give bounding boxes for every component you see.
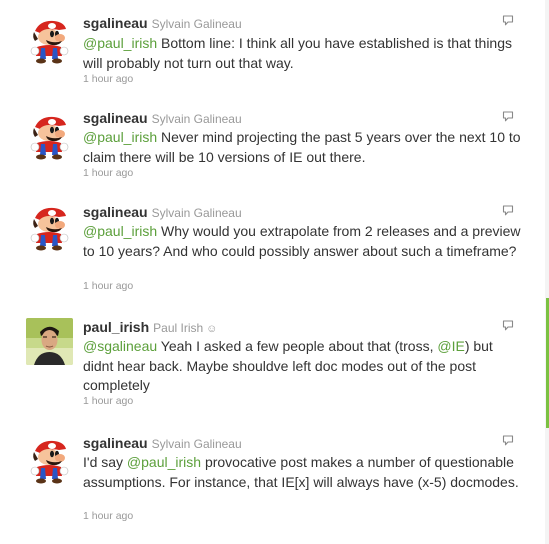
full-name: Sylvain Galineau [151, 112, 242, 126]
screen-name-link[interactable]: sgalineau [83, 110, 148, 126]
screen-name-link[interactable]: sgalineau [83, 15, 148, 31]
mario-avatar[interactable] [26, 17, 73, 64]
reply-bubble-icon[interactable] [502, 433, 514, 446]
screen-name-link[interactable]: sgalineau [83, 204, 148, 220]
screen-name-link[interactable]: sgalineau [83, 435, 148, 451]
tweet-text: I'd say @paul_irish provocative post mak… [83, 453, 523, 492]
tweet-feed: sgalineau Sylvain Galineau @paul_irish Bot… [0, 0, 545, 544]
timestamp-link[interactable]: 1 hour ago [83, 73, 133, 86]
screen-name-link[interactable]: paul_irish [83, 319, 149, 335]
tweet-text: @sgalineau Yeah I asked a few people abo… [83, 337, 523, 396]
tweet-header: paul_irish Paul Irish ☺ [83, 318, 217, 338]
mario-avatar[interactable] [26, 437, 73, 484]
photo-avatar[interactable] [26, 318, 73, 365]
mario-avatar[interactable] [26, 113, 73, 160]
full-name: Sylvain Galineau [151, 437, 242, 451]
timestamp-link[interactable]: 1 hour ago [83, 280, 133, 293]
reply-bubble-icon[interactable] [502, 203, 514, 216]
mention-link[interactable]: @IE [437, 338, 464, 354]
smiley-icon: ☺ [206, 323, 218, 335]
mention-link[interactable]: @sgalineau [83, 338, 157, 354]
tweet-text-segment: Yeah I asked a few people about that (tr… [157, 338, 438, 354]
full-name: Sylvain Galineau [151, 206, 242, 220]
reply-bubble-icon[interactable] [502, 109, 514, 122]
reply-bubble-icon[interactable] [502, 13, 514, 26]
mention-link[interactable]: @paul_irish [83, 223, 157, 239]
tweet-header: sgalineau Sylvain Galineau [83, 434, 242, 453]
timestamp-link[interactable]: 1 hour ago [83, 395, 133, 408]
timestamp-link[interactable]: 1 hour ago [83, 510, 133, 523]
full-name: Sylvain Galineau [151, 17, 242, 31]
mention-link[interactable]: @paul_irish [83, 35, 157, 51]
mention-link[interactable]: @paul_irish [83, 129, 157, 145]
tweet-header: sgalineau Sylvain Galineau [83, 203, 242, 222]
scroll-rail [545, 0, 549, 544]
timestamp-link[interactable]: 1 hour ago [83, 167, 133, 180]
tweet-text: @paul_irish Never mind projecting the pa… [83, 128, 523, 167]
mention-link[interactable]: @paul_irish [127, 454, 201, 470]
reply-bubble-icon[interactable] [502, 318, 514, 331]
tweet-text: @paul_irish Why would you extrapolate fr… [83, 222, 523, 261]
tweet-text-segment: I'd say [83, 454, 127, 470]
tweet-header: sgalineau Sylvain Galineau [83, 14, 242, 33]
tweet-text: @paul_irish Bottom line: I think all you… [83, 34, 523, 73]
mario-avatar[interactable] [26, 204, 73, 251]
full-name: Paul Irish [153, 321, 204, 335]
tweet-header: sgalineau Sylvain Galineau [83, 109, 242, 128]
